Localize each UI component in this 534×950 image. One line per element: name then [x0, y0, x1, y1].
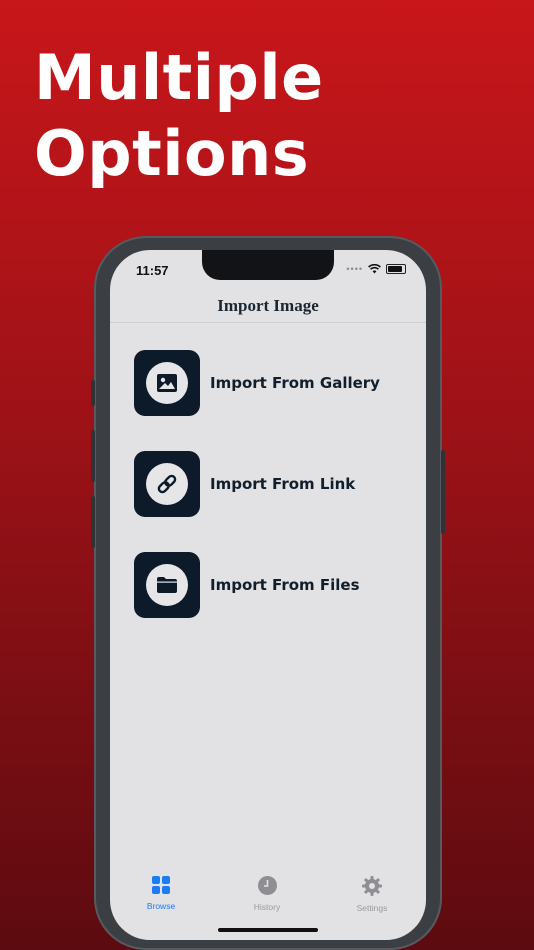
phone-screen: 11:57 •••• Import Image Import From Gall…: [110, 250, 426, 940]
gallery-tile: [134, 350, 200, 416]
import-from-link-label: Import From Link: [210, 475, 356, 493]
page-title: Import Image: [217, 296, 319, 315]
link-icon-circle: [146, 463, 188, 505]
tab-history-label: History: [253, 902, 281, 912]
tab-bar: Browse History Settings: [110, 868, 426, 940]
gallery-icon-circle: [146, 362, 188, 404]
files-tile: [134, 552, 200, 618]
folder-icon: [157, 577, 177, 593]
import-from-files-button[interactable]: Import From Files: [134, 552, 360, 618]
wifi-icon: [368, 264, 381, 274]
status-icons: ••••: [346, 264, 406, 274]
grid-icon: [152, 876, 170, 894]
tab-settings-label: Settings: [356, 903, 388, 913]
status-time: 11:57: [136, 263, 169, 278]
home-indicator[interactable]: [218, 928, 318, 932]
promo-headline: Multiple Options: [34, 40, 324, 192]
import-from-link-button[interactable]: Import From Link: [134, 451, 355, 517]
tab-browse[interactable]: Browse: [121, 876, 201, 911]
link-icon: [157, 474, 177, 494]
gear-icon: [362, 876, 382, 896]
phone-power-button: [441, 450, 445, 534]
phone-side-button: [91, 380, 95, 406]
link-tile: [134, 451, 200, 517]
header-divider: [110, 322, 426, 323]
phone-volume-up-button: [91, 430, 95, 482]
battery-icon: [386, 264, 406, 274]
tab-browse-label: Browse: [146, 901, 176, 911]
clock-icon: [257, 876, 277, 895]
image-icon: [157, 374, 177, 392]
tab-history[interactable]: History: [227, 876, 307, 912]
signal-icon: ••••: [346, 264, 363, 274]
import-from-gallery-label: Import From Gallery: [210, 374, 380, 392]
phone-volume-down-button: [91, 496, 95, 548]
tab-settings[interactable]: Settings: [332, 876, 412, 913]
import-from-files-label: Import From Files: [210, 576, 360, 594]
headline-line-2: Options: [34, 117, 310, 190]
headline-line-1: Multiple: [34, 41, 324, 114]
notch: [202, 250, 334, 280]
files-icon-circle: [146, 564, 188, 606]
import-from-gallery-button[interactable]: Import From Gallery: [134, 350, 380, 416]
